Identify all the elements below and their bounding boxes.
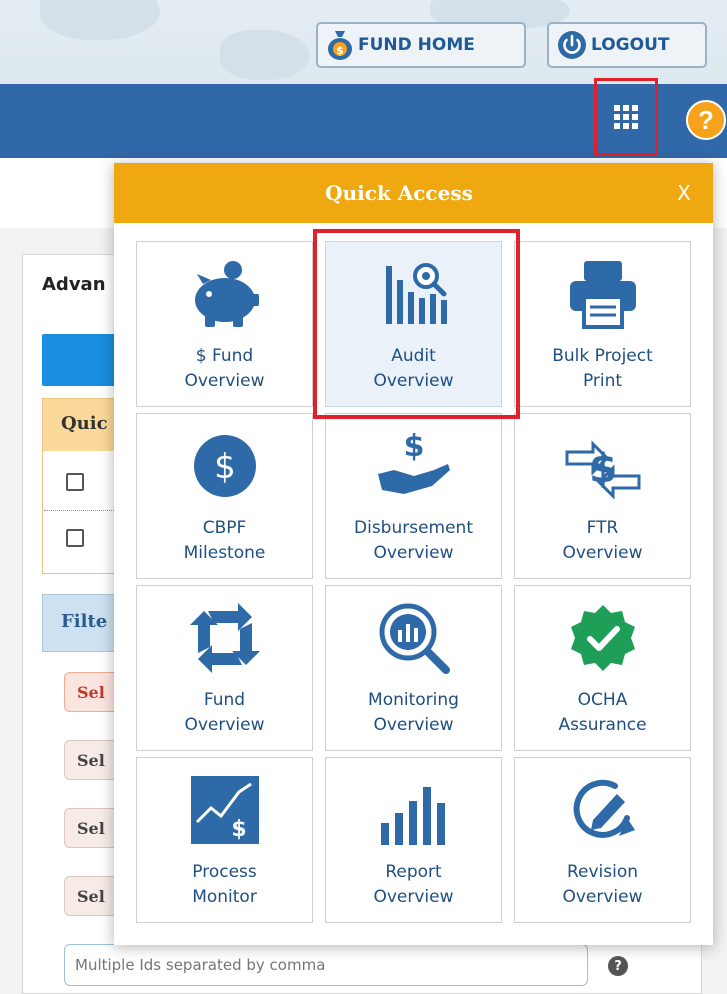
tile-ftr-overview[interactable]: $ FTR Overview xyxy=(514,413,691,579)
svg-text:$: $ xyxy=(403,430,424,464)
highlight-annotation xyxy=(313,229,520,419)
fund-home-label: FUND HOME xyxy=(358,35,475,55)
quick-access-grid-button[interactable] xyxy=(594,78,658,156)
tile-label: OCHA Assurance xyxy=(558,690,647,735)
trend-dollar-icon: $ xyxy=(137,772,312,848)
tile-label: Fund Overview xyxy=(184,690,265,735)
tile-disbursement-overview[interactable]: $ Disbursement Overview xyxy=(325,413,502,579)
piggy-bank-icon xyxy=(137,256,312,332)
panel-title: Advan xyxy=(42,274,106,295)
logout-label: LOGOUT xyxy=(591,35,670,55)
tile-label: Report Overview xyxy=(373,862,454,907)
transfer-dollar-icon: $ xyxy=(515,428,690,504)
ids-input[interactable] xyxy=(64,944,588,986)
refresh-cycle-icon xyxy=(137,600,312,676)
magnifier-chart-icon xyxy=(326,600,501,676)
quick-access-header: Quick Access X xyxy=(114,163,713,223)
quick-section-label: Quic xyxy=(43,399,122,451)
printer-icon xyxy=(515,256,690,332)
hand-dollar-icon: $ xyxy=(326,428,501,504)
divider xyxy=(44,510,120,511)
svg-text:$: $ xyxy=(214,447,236,487)
tile-cbpf-milestone[interactable]: $ CBPF Milestone xyxy=(136,413,313,579)
map-background xyxy=(40,0,160,40)
tile-label: CBPF Milestone xyxy=(183,518,266,563)
svg-text:$: $ xyxy=(589,446,617,492)
tile-label: FTR Overview xyxy=(562,518,643,563)
checkbox[interactable] xyxy=(66,529,84,547)
tile-process-monitor[interactable]: $ Process Monitor xyxy=(136,757,313,923)
tile-label: Monitoring Overview xyxy=(368,690,459,735)
svg-text:$: $ xyxy=(231,817,246,842)
fund-home-button[interactable]: $ FUND HOME xyxy=(316,22,526,68)
tile-bulk-project-print[interactable]: Bulk Project Print xyxy=(514,241,691,407)
dollar-circle-icon: $ xyxy=(137,428,312,504)
bar-chart-icon xyxy=(326,772,501,848)
logout-button[interactable]: LOGOUT xyxy=(547,22,707,68)
checkbox[interactable] xyxy=(66,473,84,491)
tile-label: Bulk Project Print xyxy=(552,346,653,391)
tile-fund-overview-dollar[interactable]: $ Fund Overview xyxy=(136,241,313,407)
grid-icon xyxy=(614,105,638,129)
quick-access-title: Quick Access xyxy=(325,181,473,205)
tile-ocha-assurance[interactable]: OCHA Assurance xyxy=(514,585,691,751)
tile-label: $ Fund Overview xyxy=(184,346,265,391)
revision-edit-icon xyxy=(515,772,690,848)
help-icon[interactable]: ? xyxy=(686,100,726,140)
power-icon xyxy=(557,30,587,60)
filter-section-label: Filte xyxy=(42,594,122,652)
tile-revision-overview[interactable]: Revision Overview xyxy=(514,757,691,923)
tile-label: Process Monitor xyxy=(192,862,257,907)
question-icon[interactable]: ? xyxy=(608,956,628,976)
tile-label: Revision Overview xyxy=(562,862,643,907)
tile-fund-overview[interactable]: Fund Overview xyxy=(136,585,313,751)
tile-monitoring-overview[interactable]: Monitoring Overview xyxy=(325,585,502,751)
search-button[interactable] xyxy=(42,334,122,386)
verified-badge-icon xyxy=(515,600,690,676)
tile-label: Disbursement Overview xyxy=(354,518,473,563)
svg-text:$: $ xyxy=(336,44,344,57)
tile-report-overview[interactable]: Report Overview xyxy=(325,757,502,923)
money-bag-icon: $ xyxy=(326,29,354,61)
close-button[interactable]: X xyxy=(670,179,698,207)
map-background xyxy=(220,30,310,80)
